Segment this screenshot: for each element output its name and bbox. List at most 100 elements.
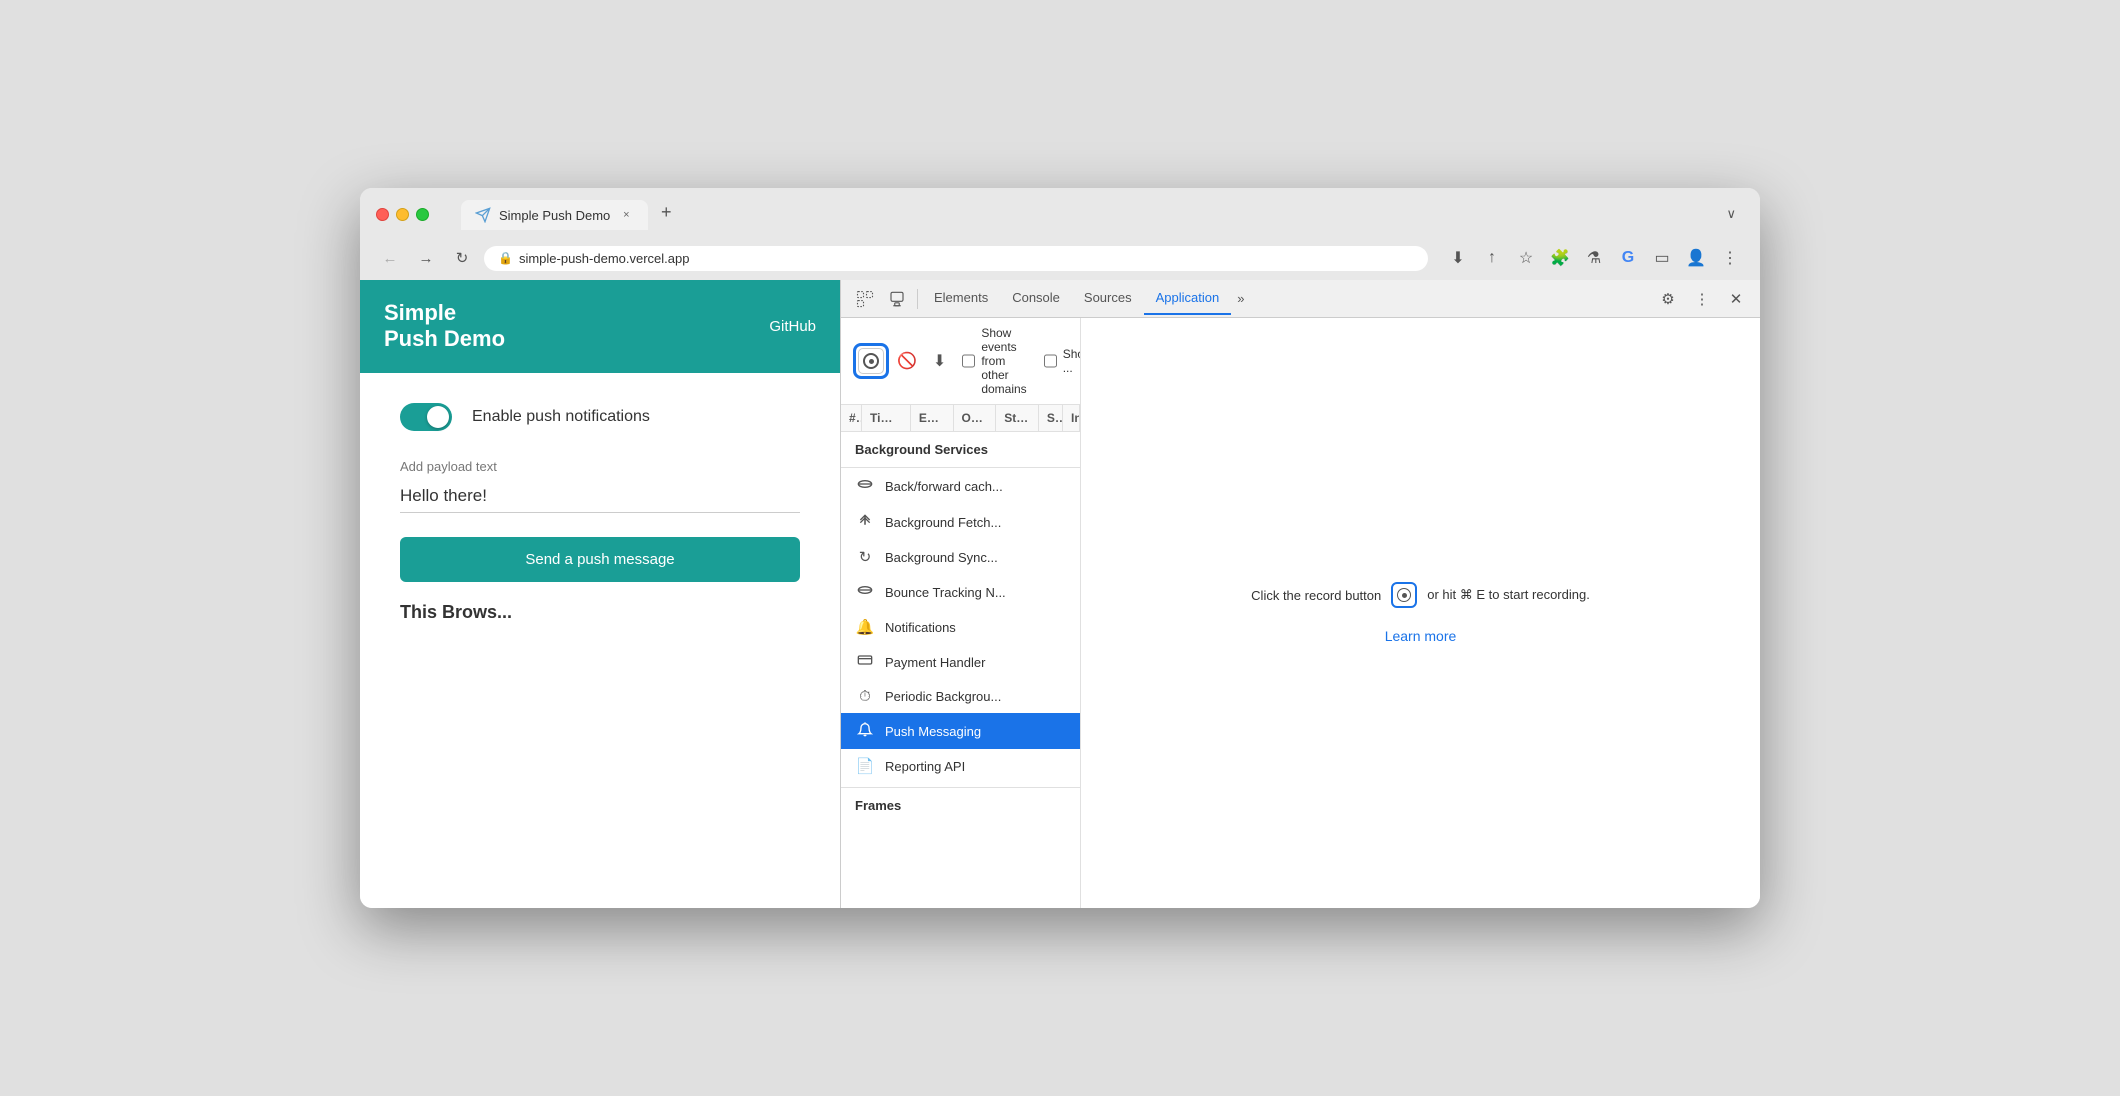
payment-icon: [855, 652, 875, 672]
devtools-panel: Elements Console Sources Application » ⚙…: [840, 280, 1760, 908]
tab-elements[interactable]: Elements: [922, 282, 1000, 315]
address-field[interactable]: 🔒 simple-push-demo.vercel.app: [484, 246, 1428, 271]
sidebar-item-periodic[interactable]: ⏱ Periodic Backgrou...: [841, 680, 1080, 713]
send-push-button[interactable]: Send a push message: [400, 537, 800, 582]
col-s: S...: [1039, 405, 1063, 431]
devtools-inspect-icon[interactable]: [849, 283, 881, 315]
tab-more-button[interactable]: »: [1231, 283, 1250, 314]
site-header: Simple Push Demo GitHub: [360, 280, 840, 373]
tab-title-text: Simple Push Demo: [499, 208, 610, 223]
sidebar-item-bgfetch[interactable]: Background Fetch...: [841, 504, 1080, 540]
tab-console[interactable]: Console: [1000, 282, 1072, 315]
sidebar-item-label: Push Messaging: [885, 724, 981, 739]
sidebar-item-push-messaging[interactable]: Push Messaging: [841, 713, 1080, 749]
learn-more-link[interactable]: Learn more: [1385, 628, 1457, 644]
reporting-icon: 📄: [855, 757, 875, 775]
tab-sources[interactable]: Sources: [1072, 282, 1144, 315]
close-traffic-light[interactable]: [376, 208, 389, 221]
bookmark-icon[interactable]: ☆: [1512, 244, 1540, 272]
sidebar-item-label: Periodic Backgrou...: [885, 689, 1001, 704]
record-button-inline[interactable]: [1391, 582, 1417, 608]
show-events-checkbox-label[interactable]: Show events from other domains: [962, 326, 1027, 396]
maximize-traffic-light[interactable]: [416, 208, 429, 221]
col-timestamp: Timest...: [862, 405, 911, 431]
record-instruction-text: Click the record button: [1251, 588, 1381, 603]
devtools-menu-icon[interactable]: ⋮: [1686, 283, 1718, 315]
tab-overflow-button[interactable]: ∨: [1718, 202, 1744, 226]
sidebar-item-label: Back/forward cach...: [885, 479, 1003, 494]
devtools-settings-icon[interactable]: ⚙: [1652, 283, 1684, 315]
toggle-label: Enable push notifications: [472, 408, 650, 426]
lab-icon[interactable]: ⚗: [1580, 244, 1608, 272]
download-icon[interactable]: ⬇: [1444, 244, 1472, 272]
share-icon[interactable]: ↑: [1478, 244, 1506, 272]
title-bar: Simple Push Demo × + ∨: [360, 188, 1760, 238]
record-instruction: Click the record button or hit ⌘ E to st…: [1251, 582, 1590, 608]
traffic-lights: [376, 208, 429, 221]
content-area: Simple Push Demo GitHub Enable push noti…: [360, 280, 1760, 908]
minimize-traffic-light[interactable]: [396, 208, 409, 221]
sidebar-item-bgsync[interactable]: ↻ Background Sync...: [841, 540, 1080, 574]
tab-close-button[interactable]: ×: [618, 207, 634, 223]
browser-window: Simple Push Demo × + ∨ ← → ↻ 🔒 simple-pu…: [360, 188, 1760, 908]
record-button-inner: [1397, 588, 1411, 602]
bounce-icon: [855, 582, 875, 602]
devtools-tabs: Elements Console Sources Application » ⚙…: [841, 280, 1760, 318]
site-body: Enable push notifications Add payload te…: [360, 373, 840, 908]
lock-icon: 🔒: [498, 251, 513, 265]
url-text: simple-push-demo.vercel.app: [519, 251, 690, 266]
sidebar-item-backforward[interactable]: Back/forward cach...: [841, 468, 1080, 504]
clear-button[interactable]: 🚫: [897, 347, 917, 375]
sidebar-item-label: Background Sync...: [885, 550, 998, 565]
github-link[interactable]: GitHub: [769, 318, 816, 335]
tab-application[interactable]: Application: [1144, 282, 1232, 315]
sidebar-item-label: Reporting API: [885, 759, 965, 774]
record-button-highlighted[interactable]: [853, 343, 889, 379]
forward-button[interactable]: →: [412, 244, 440, 272]
extensions-icon[interactable]: 🧩: [1546, 244, 1574, 272]
devtools-close-icon[interactable]: ✕: [1720, 283, 1752, 315]
google-icon[interactable]: G: [1614, 244, 1642, 272]
push-notifications-toggle[interactable]: [400, 403, 452, 431]
refresh-button[interactable]: ↻: [448, 244, 476, 272]
menu-icon[interactable]: ⋮: [1716, 244, 1744, 272]
profile-icon[interactable]: 👤: [1682, 244, 1710, 272]
table-header: # Timest... Event Origin Storage ... S..…: [841, 405, 1080, 432]
background-services-header: Background Services: [841, 432, 1080, 468]
devtools-right-icons: ⚙ ⋮ ✕: [1652, 283, 1752, 315]
browser-toolbar-icons: ⬇ ↑ ☆ 🧩 ⚗ G ▭ 👤 ⋮: [1444, 244, 1744, 272]
push-icon: [855, 721, 875, 741]
active-tab[interactable]: Simple Push Demo ×: [461, 200, 648, 230]
col-origin: Origin: [954, 405, 997, 431]
periodic-icon: ⏱: [855, 688, 875, 705]
toggle-knob: [427, 406, 449, 428]
show-checkbox-label[interactable]: Show ...: [1044, 347, 1081, 375]
payload-label: Add payload text: [400, 459, 800, 474]
sidebar-item-notifications[interactable]: 🔔 Notifications: [841, 610, 1080, 644]
address-bar: ← → ↻ 🔒 simple-push-demo.vercel.app ⬇ ↑ …: [360, 238, 1760, 280]
sidebar-item-payment[interactable]: Payment Handler: [841, 644, 1080, 680]
back-button[interactable]: ←: [376, 244, 404, 272]
devtools-sidebar: 🚫 ⬇ Show events from other domains Show …: [841, 318, 1081, 908]
sidebar-item-reporting[interactable]: 📄 Reporting API: [841, 749, 1080, 783]
col-storage: Storage ...: [996, 405, 1039, 431]
tabs-row: Simple Push Demo × + ∨: [461, 198, 1744, 230]
sidebar-item-label: Notifications: [885, 620, 956, 635]
col-instance: Instance...: [1063, 405, 1080, 431]
website-panel: Simple Push Demo GitHub Enable push noti…: [360, 280, 840, 908]
record-bar: 🚫 ⬇ Show events from other domains Show …: [841, 318, 1080, 405]
new-tab-button[interactable]: +: [652, 198, 680, 226]
show-checkbox[interactable]: [1044, 354, 1057, 368]
recording-message-area: Click the record button or hit ⌘ E to st…: [1081, 318, 1760, 908]
sidebar-item-bounce[interactable]: Bounce Tracking N...: [841, 574, 1080, 610]
tab-favicon-icon: [475, 207, 491, 223]
payload-input[interactable]: [400, 480, 800, 513]
devtools-body: 🚫 ⬇ Show events from other domains Show …: [841, 318, 1760, 908]
download-button[interactable]: ⬇: [933, 347, 946, 375]
site-title: Simple Push Demo: [384, 300, 505, 353]
sidebar-icon[interactable]: ▭: [1648, 244, 1676, 272]
devtools-device-icon[interactable]: [881, 283, 913, 315]
record-button-dot: [1402, 593, 1407, 598]
toggle-row: Enable push notifications: [400, 403, 800, 431]
show-events-checkbox[interactable]: [962, 354, 975, 368]
